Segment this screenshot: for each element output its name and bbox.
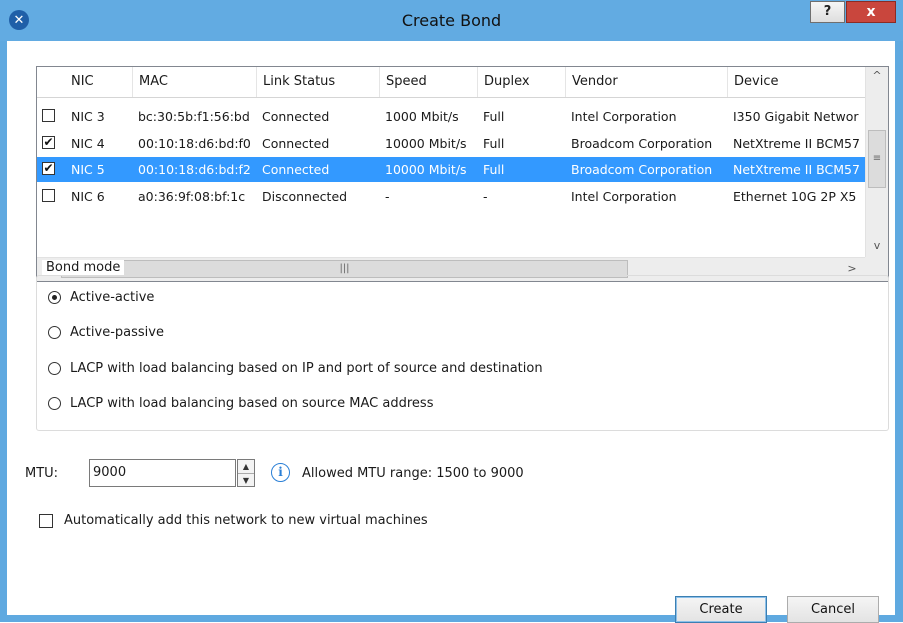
cell-device: I350 Gigabit Networ (733, 109, 859, 124)
column-header-device[interactable]: Device (727, 67, 865, 97)
radio-label[interactable]: LACP with load balancing based on IP and… (70, 359, 543, 379)
nic-table: NIC MAC Link Status Speed Duplex Vendor … (36, 66, 889, 282)
table-row[interactable]: ✔ NIC 4 00:10:18:d6:bd:f0 Connected 1000… (37, 131, 865, 156)
cell-link-status: Connected (262, 162, 330, 177)
radio-label[interactable]: Active-active (70, 288, 154, 308)
cell-link-status: Connected (262, 109, 330, 124)
cell-mac: 00:10:18:d6:bd:f0 (138, 136, 251, 151)
table-row-selected[interactable]: ✔ NIC 5 00:10:18:d6:bd:f2 Connected 1000… (37, 157, 865, 182)
dialog-body: NIC MAC Link Status Speed Duplex Vendor … (7, 41, 895, 623)
radio-button[interactable] (48, 291, 61, 304)
cell-vendor: Broadcom Corporation (571, 136, 713, 151)
cell-nic: NIC 3 (71, 109, 105, 124)
cell-device: NetXtreme II BCM57 (733, 162, 860, 177)
table-header: NIC MAC Link Status Speed Duplex Vendor … (37, 67, 865, 98)
auto-add-label[interactable]: Automatically add this network to new vi… (64, 511, 428, 531)
auto-add-checkbox[interactable] (39, 514, 53, 528)
cell-mac: a0:36:9f:08:bf:1c (138, 189, 246, 204)
radio-button[interactable] (48, 362, 61, 375)
column-header-nic[interactable]: NIC (65, 67, 132, 97)
column-header-mac[interactable]: MAC (132, 67, 256, 97)
dialog-title: Create Bond (401, 11, 502, 30)
cell-vendor: Intel Corporation (571, 109, 677, 124)
cell-nic: NIC 5 (71, 162, 105, 177)
row-checkbox[interactable] (42, 109, 55, 122)
cell-duplex: Full (483, 162, 505, 177)
row-checkbox[interactable] (42, 189, 55, 202)
cell-link-status: Disconnected (262, 189, 348, 204)
table-row[interactable]: NIC 6 a0:36:9f:08:bf:1c Disconnected - -… (37, 184, 865, 209)
scroll-up-icon[interactable]: ^ (866, 69, 888, 82)
cell-nic: NIC 6 (71, 189, 105, 204)
cell-speed: 10000 Mbit/s (385, 136, 467, 151)
bond-mode-legend: Bond mode (42, 260, 125, 275)
column-header-speed[interactable]: Speed (379, 67, 477, 97)
cell-speed: 10000 Mbit/s (385, 162, 467, 177)
create-bond-dialog: ✕ Create Bond ? x NIC MAC Link Status Sp… (0, 0, 903, 623)
radio-button[interactable] (48, 326, 61, 339)
cell-vendor: Broadcom Corporation (571, 162, 713, 177)
cell-duplex: - (483, 189, 488, 204)
row-checkbox[interactable]: ✔ (42, 162, 55, 175)
cell-mac: bc:30:5b:f1:56:bd (138, 109, 250, 124)
create-button[interactable]: Create (675, 596, 767, 623)
info-icon: i (271, 463, 290, 482)
cell-nic: NIC 4 (71, 136, 105, 151)
scroll-down-icon[interactable]: v (866, 239, 888, 252)
close-button[interactable]: x (846, 1, 896, 23)
cell-device: Ethernet 10G 2P X5 (733, 189, 857, 204)
radio-label[interactable]: LACP with load balancing based on source… (70, 394, 433, 414)
vertical-scrollbar[interactable]: ^ ≡ v (865, 67, 888, 257)
help-button[interactable]: ? (810, 1, 845, 23)
spin-down-icon[interactable]: ▼ (238, 474, 254, 487)
cell-duplex: Full (483, 136, 505, 151)
cell-link-status: Connected (262, 136, 330, 151)
cancel-button[interactable]: Cancel (787, 596, 879, 623)
cell-speed: - (385, 189, 390, 204)
cell-speed: 1000 Mbit/s (385, 109, 459, 124)
row-checkbox[interactable]: ✔ (42, 136, 55, 149)
vertical-scroll-thumb[interactable]: ≡ (868, 130, 886, 188)
mtu-input[interactable]: 9000 (89, 459, 236, 487)
radio-label[interactable]: Active-passive (70, 323, 164, 343)
mtu-label: MTU: (25, 466, 59, 481)
cell-device: NetXtreme II BCM57 (733, 136, 860, 151)
cell-vendor: Intel Corporation (571, 189, 677, 204)
column-header-link-status[interactable]: Link Status (256, 67, 379, 97)
cell-duplex: Full (483, 109, 505, 124)
cell-mac: 00:10:18:d6:bd:f2 (138, 162, 251, 177)
spin-up-icon[interactable]: ▲ (238, 460, 254, 474)
mtu-spinner[interactable]: ▲ ▼ (237, 459, 255, 487)
title-bar[interactable]: ✕ Create Bond ? x (0, 0, 903, 41)
table-row[interactable]: NIC 3 bc:30:5b:f1:56:bd Connected 1000 M… (37, 104, 865, 129)
scroll-right-icon[interactable]: > (845, 262, 859, 275)
radio-button[interactable] (48, 397, 61, 410)
column-header-duplex[interactable]: Duplex (477, 67, 565, 97)
mtu-range-info: Allowed MTU range: 1500 to 9000 (302, 466, 524, 481)
column-header-vendor[interactable]: Vendor (565, 67, 727, 97)
